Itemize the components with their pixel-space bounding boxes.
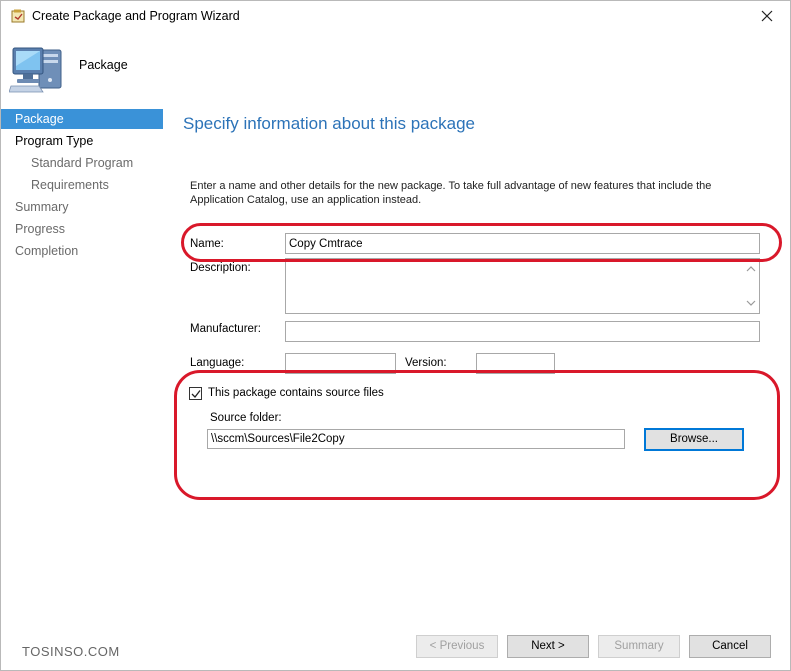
close-icon [761,10,773,22]
version-input[interactable] [476,353,555,374]
nav-item-package[interactable]: Package [1,109,163,129]
wizard-header: Package [1,32,790,96]
language-input[interactable] [285,353,396,374]
wizard-window: Create Package and Program Wizard Packag… [0,0,791,671]
computer-icon [8,42,67,94]
next-button[interactable]: Next > [507,635,589,658]
previous-button[interactable]: < Previous [416,635,498,658]
nav-item-requirements[interactable]: Requirements [1,175,163,195]
nav-item-standard-program[interactable]: Standard Program [1,153,163,173]
nav-item-summary[interactable]: Summary [1,197,163,217]
wizard-nav: Package Program Type Standard Program Re… [1,101,164,633]
nav-item-completion[interactable]: Completion [1,241,163,261]
watermark: TOSINSO.COM [22,644,120,659]
source-folder-input[interactable] [207,429,625,449]
scroll-down-icon[interactable] [746,299,756,307]
nav-item-progress[interactable]: Progress [1,219,163,239]
nav-item-program-type[interactable]: Program Type [1,131,163,151]
name-label: Name: [190,238,224,250]
source-files-checkbox[interactable] [189,387,202,400]
browse-button[interactable]: Browse... [644,428,744,451]
checkmark-icon [191,390,201,398]
wizard-page: Specify information about this package E… [164,101,790,631]
manufacturer-input[interactable] [285,321,760,342]
description-label: Description: [190,262,251,274]
window-title: Create Package and Program Wizard [32,9,240,23]
close-button[interactable] [748,2,786,30]
summary-button[interactable]: Summary [598,635,680,658]
header-title: Package [79,58,128,72]
source-files-label[interactable]: This package contains source files [208,387,384,399]
cancel-button[interactable]: Cancel [689,635,771,658]
language-label: Language: [190,357,245,369]
source-folder-label: Source folder: [210,412,282,424]
description-input[interactable] [286,259,741,313]
version-label: Version: [405,357,447,369]
manufacturer-label: Manufacturer: [190,323,261,335]
title-bar: Create Package and Program Wizard [1,1,790,32]
scroll-up-icon[interactable] [746,265,756,273]
wizard-app-icon [11,9,26,23]
name-input[interactable] [285,233,760,254]
intro-text: Enter a name and other details for the n… [190,180,712,206]
description-field[interactable] [285,258,760,314]
page-heading: Specify information about this package [183,114,476,133]
